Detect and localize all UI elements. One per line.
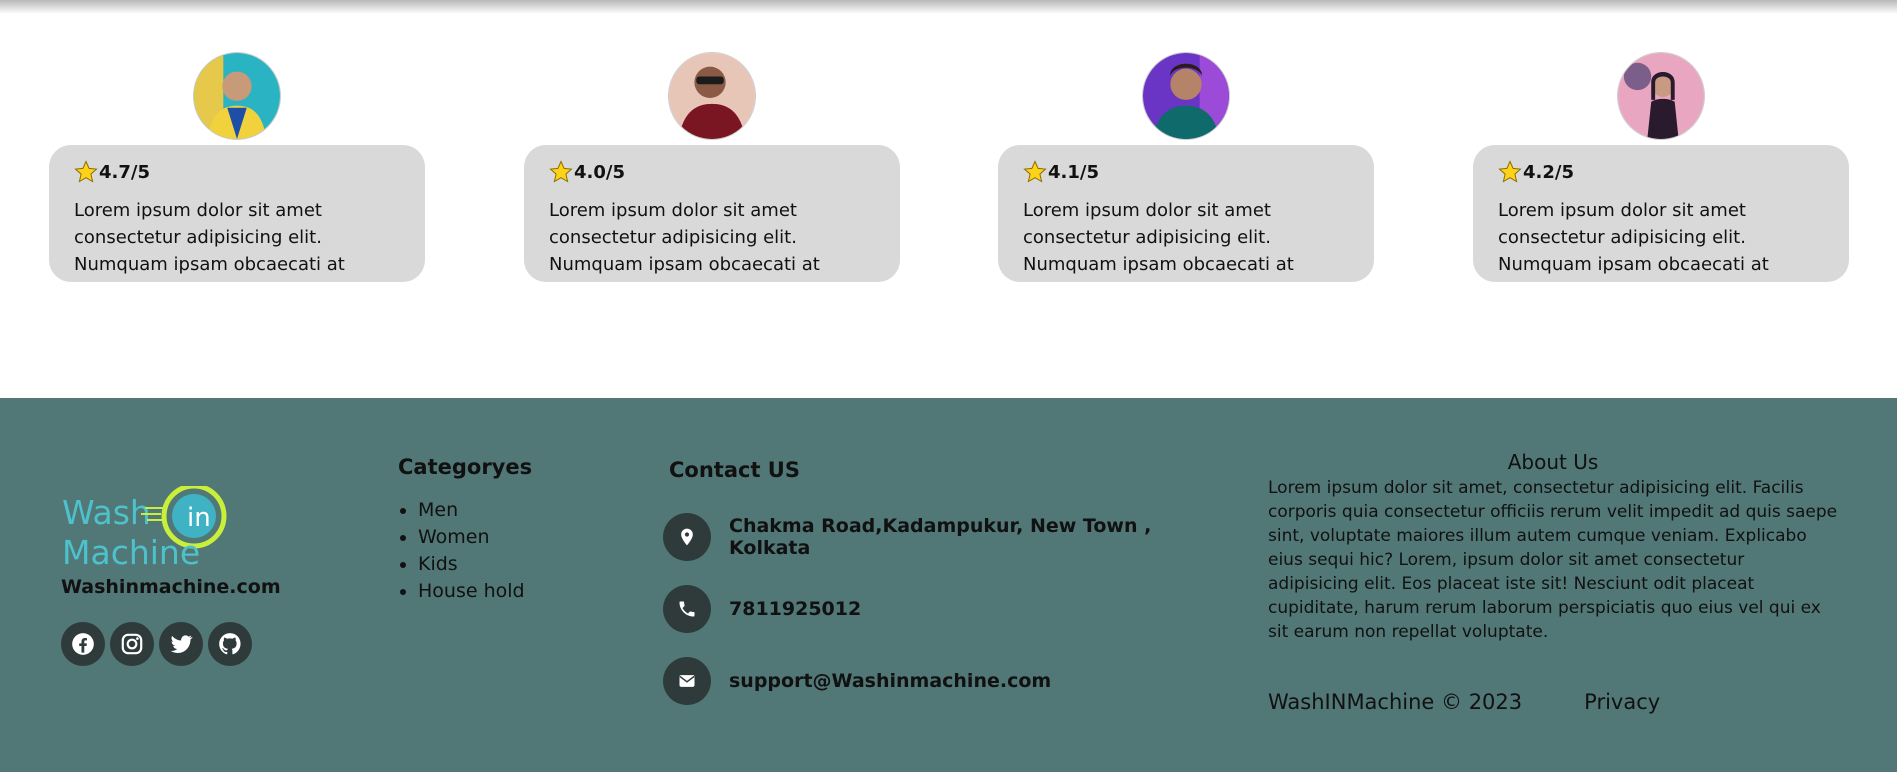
category-item-men[interactable]: Men (418, 497, 532, 524)
logo-word-wash: Wash (62, 493, 151, 532)
logo-badge-in: in (187, 503, 211, 533)
logo-word-machine: Machine (62, 533, 200, 572)
star-icon (1498, 160, 1522, 183)
instagram-link[interactable] (110, 622, 154, 666)
review-card-3: 4.1/5 Lorem ipsum dolor sit amet consect… (998, 52, 1374, 282)
envelope-icon (663, 657, 711, 705)
review-text: Lorem ipsum dolor sit amet consectetur a… (1023, 200, 1294, 282)
phone-text[interactable]: 7811925012 (729, 598, 861, 620)
rating-value: 4.1/5 (1048, 161, 1099, 183)
review-card-body: 4.1/5 Lorem ipsum dolor sit amet consect… (998, 145, 1374, 282)
github-icon (219, 633, 241, 655)
email-text[interactable]: support@Washinmachine.com (729, 670, 1051, 692)
twitter-link[interactable] (159, 622, 203, 666)
rating-value: 4.2/5 (1523, 161, 1574, 183)
star-icon (549, 160, 573, 183)
star-icon (1023, 160, 1047, 183)
footer-brand: Wash in Machine Washinmachine.com (61, 486, 301, 666)
reviewer-avatar (668, 52, 756, 140)
category-item-household[interactable]: House hold (418, 578, 532, 605)
review-card-body: 4.0/5 Lorem ipsum dolor sit amet consect… (524, 145, 900, 282)
contact-email: support@Washinmachine.com (663, 653, 1223, 709)
instagram-icon (121, 633, 143, 655)
twitter-icon (170, 635, 193, 653)
reviews-section: 4.7/5 Lorem ipsum dolor sit amet consect… (0, 52, 1897, 292)
about-text: Lorem ipsum dolor sit amet, consectetur … (1268, 478, 1838, 642)
rating: 4.7/5 (74, 159, 400, 185)
contact-title: Contact US (669, 458, 800, 482)
review-card-body: 4.2/5 Lorem ipsum dolor sit amet consect… (1473, 145, 1849, 282)
contact-phone: 7811925012 (663, 581, 1223, 637)
reviewer-avatar (1617, 52, 1705, 140)
rating-value: 4.0/5 (574, 161, 625, 183)
review-card-2: 4.0/5 Lorem ipsum dolor sit amet consect… (524, 52, 900, 282)
contact-address: Chakma Road,Kadampukur, New Town , Kolka… (663, 509, 1223, 565)
contact-section: Contact US Chakma Road,Kadampukur, New T… (663, 458, 1223, 709)
reviewer-avatar (193, 52, 281, 140)
reviewer-avatar (1142, 52, 1230, 140)
rating: 4.0/5 (549, 159, 875, 185)
review-text: Lorem ipsum dolor sit amet consectetur a… (74, 200, 345, 282)
category-item-women[interactable]: Women (418, 524, 532, 551)
facebook-link[interactable] (61, 622, 105, 666)
categories-title: Categoryes (398, 455, 533, 479)
about-title: About Us (1507, 450, 1599, 474)
social-links (61, 622, 301, 666)
review-text: Lorem ipsum dolor sit amet consectetur a… (1498, 200, 1769, 282)
categories-list: Men Women Kids House hold (398, 497, 532, 605)
review-text: Lorem ipsum dolor sit amet consectetur a… (549, 200, 820, 282)
site-footer: Wash in Machine Washinmachine.com Catego… (0, 398, 1897, 772)
washinmachine-logo[interactable]: Wash in Machine (61, 486, 231, 576)
copyright-text: WashINMachine © 2023 (1268, 690, 1523, 714)
phone-icon (663, 585, 711, 633)
category-item-kids[interactable]: Kids (418, 551, 532, 578)
review-card-1: 4.7/5 Lorem ipsum dolor sit amet consect… (49, 52, 425, 282)
footer-bottom-bar: WashINMachine © 2023 Privacy (1268, 690, 1838, 714)
github-link[interactable] (208, 622, 252, 666)
header-shadow (0, 0, 1897, 14)
star-icon (74, 160, 98, 183)
rating-value: 4.7/5 (99, 161, 150, 183)
location-pin-icon (663, 513, 711, 561)
address-text: Chakma Road,Kadampukur, New Town , Kolka… (729, 515, 1152, 559)
facebook-icon (72, 633, 94, 655)
review-card-4: 4.2/5 Lorem ipsum dolor sit amet consect… (1473, 52, 1849, 282)
categories-section: Categoryes Men Women Kids House hold (398, 455, 532, 605)
review-card-body: 4.7/5 Lorem ipsum dolor sit amet consect… (49, 145, 425, 282)
site-name: Washinmachine.com (61, 576, 281, 598)
privacy-link[interactable]: Privacy (1584, 690, 1660, 714)
rating: 4.1/5 (1023, 159, 1349, 185)
rating: 4.2/5 (1498, 159, 1824, 185)
about-section: About Us Lorem ipsum dolor sit amet, con… (1268, 450, 1838, 714)
